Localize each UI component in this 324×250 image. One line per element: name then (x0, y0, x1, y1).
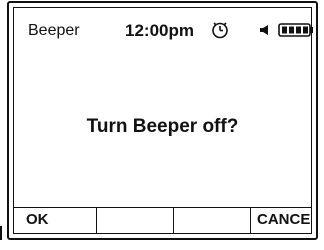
battery-full-icon (278, 23, 313, 37)
softkey-2[interactable] (97, 208, 174, 233)
speaker-icon (260, 25, 268, 35)
edge-mark (0, 226, 5, 240)
alarm-clock-icon (212, 22, 228, 39)
cancel-button[interactable]: CANCEL (251, 208, 311, 233)
confirmation-message: Turn Beeper off? (86, 116, 239, 137)
screen-frame: Beeper 12:00pm Turn Beeper off? OK CANCE (13, 7, 313, 234)
status-bar: Beeper 12:00pm (14, 8, 313, 48)
softkey-bar: OK CANCEL (14, 207, 311, 233)
clock-time: 12:00pm (125, 21, 194, 40)
device-screen: Beeper 12:00pm Turn Beeper off? OK CANCE (7, 1, 318, 240)
ok-button[interactable]: OK (14, 208, 97, 233)
app-title: Beeper (28, 22, 80, 39)
softkey-3[interactable] (174, 208, 251, 233)
